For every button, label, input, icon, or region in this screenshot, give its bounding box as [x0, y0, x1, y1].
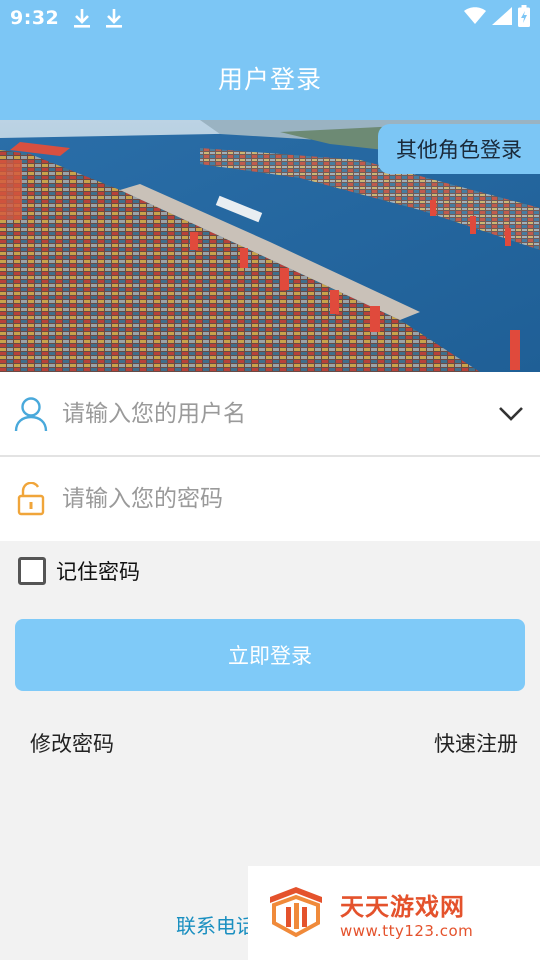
app-bar: 用户登录	[0, 36, 540, 120]
download-icon	[105, 7, 123, 29]
user-icon	[0, 396, 62, 432]
watermark-logo-icon	[266, 883, 326, 943]
password-field	[0, 457, 540, 541]
remember-password[interactable]: 记住密码	[18, 556, 140, 586]
status-time: 9:32	[10, 7, 60, 29]
watermark: 天天游戏网 www.tty123.com	[248, 866, 540, 960]
watermark-url: www.tty123.com	[340, 921, 474, 940]
status-bar: 9:32	[0, 0, 540, 36]
login-button[interactable]: 立即登录	[15, 619, 525, 691]
username-field	[0, 372, 540, 456]
quick-register-link[interactable]: 快速注册	[434, 728, 518, 758]
chevron-down-icon[interactable]	[482, 406, 540, 422]
signal-icon	[492, 7, 512, 29]
download-icon	[73, 7, 91, 29]
remember-checkbox[interactable]	[18, 557, 46, 585]
change-password-link[interactable]: 修改密码	[30, 728, 114, 758]
watermark-title: 天天游戏网	[340, 892, 465, 921]
page-title: 用户登录	[217, 65, 322, 94]
battery-icon	[518, 5, 530, 31]
remember-label: 记住密码	[56, 560, 140, 584]
other-role-login-button[interactable]: 其他角色登录	[378, 124, 540, 174]
wifi-icon	[464, 7, 486, 29]
username-input[interactable]	[62, 401, 482, 427]
lock-icon	[0, 482, 62, 516]
password-input[interactable]	[62, 486, 540, 512]
contact-phone-link[interactable]: 联系电话	[176, 910, 256, 939]
